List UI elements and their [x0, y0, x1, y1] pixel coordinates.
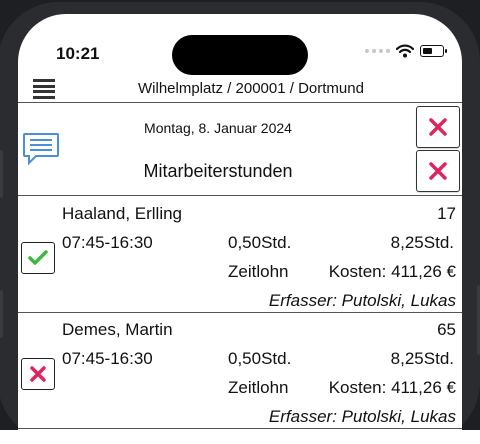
divider [18, 312, 462, 313]
break-hours: 0,50Std. [228, 349, 292, 368]
volume-button [0, 150, 3, 198]
volume-button-2 [0, 290, 3, 338]
total-hours: 8,25Std. [390, 233, 454, 252]
employee-name: Demes, Martin [62, 320, 173, 339]
close-icon [429, 162, 447, 180]
wage-type: Zeitlohn [228, 262, 289, 281]
author: Erfasser: Putolski, Lukas [268, 407, 456, 426]
signal-icon [365, 49, 390, 53]
menu-icon[interactable] [33, 79, 55, 99]
work-times: 07:45-16:30 [62, 349, 153, 368]
date-label: Montag, 8. Januar 2024 [144, 120, 292, 136]
approve-checkbox[interactable] [21, 242, 55, 274]
checkmark-icon [28, 250, 48, 265]
dynamic-island [172, 35, 308, 75]
close-date-button[interactable] [416, 106, 460, 148]
close-title-button[interactable] [416, 150, 460, 192]
close-icon [429, 118, 447, 136]
divider [18, 195, 462, 196]
status-icons [365, 44, 447, 58]
break-hours: 0,50Std. [228, 233, 292, 252]
divider [18, 428, 462, 429]
battery-icon [420, 45, 447, 57]
screen: 10:21 Wilhelmplatz / 200001 / Dortmund M… [18, 14, 462, 444]
list-item[interactable]: Demes, Martin 65 07:45-16:30 0,50Std. 8,… [18, 314, 462, 428]
divider [18, 102, 462, 103]
close-icon [30, 366, 46, 382]
cost: Kosten: 411,26 € [328, 378, 456, 397]
location-label: Wilhelmplatz / 200001 / Dortmund [138, 80, 364, 97]
author: Erfasser: Putolski, Lukas [268, 291, 456, 310]
page-title: Mitarbeiterstunden [143, 161, 293, 181]
cost: Kosten: 411,26 € [328, 262, 456, 281]
wifi-icon [396, 44, 414, 58]
employee-name: Haaland, Erlling [62, 204, 183, 223]
work-times: 07:45-16:30 [62, 233, 153, 252]
list-item[interactable]: Haaland, Erlling 17 07:45-16:30 0,50Std.… [18, 198, 462, 312]
wage-type: Zeitlohn [228, 378, 289, 397]
reject-checkbox[interactable] [21, 358, 55, 390]
employee-number: 17 [437, 204, 456, 223]
total-hours: 8,25Std. [390, 349, 454, 368]
employee-number: 65 [437, 320, 456, 339]
status-time: 10:21 [56, 44, 100, 63]
